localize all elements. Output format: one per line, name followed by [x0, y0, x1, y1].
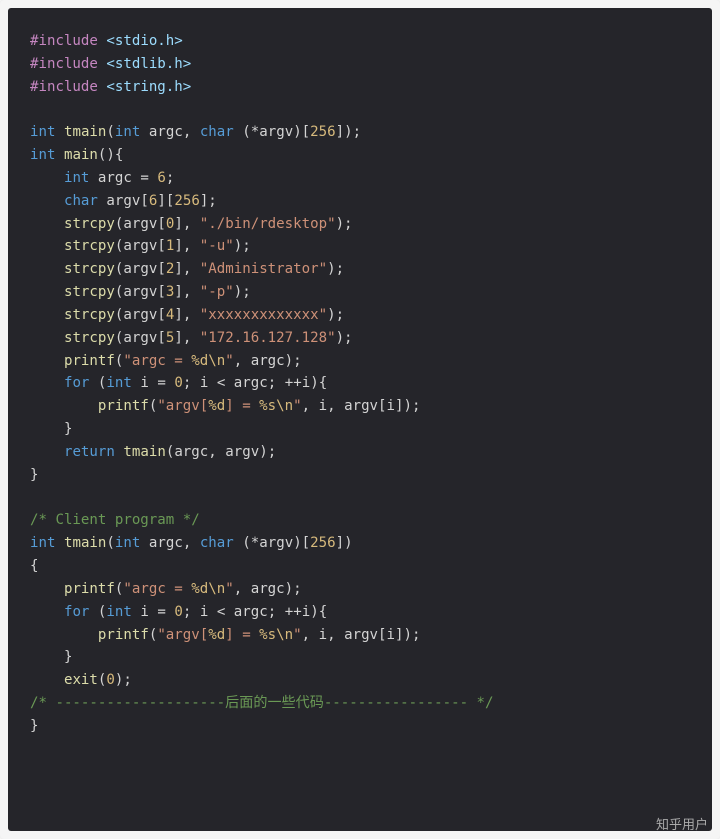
fn-main: main	[64, 147, 98, 163]
fn-tmain: tmain	[64, 124, 106, 140]
fn-printf: printf	[64, 353, 115, 369]
preproc-kw: #include	[30, 33, 98, 49]
comment-cn: /* --------------------后面的一些代码----------…	[30, 695, 494, 711]
preproc-kw: #include	[30, 79, 98, 95]
code-block: #include <stdio.h> #include <stdlib.h> #…	[8, 8, 712, 831]
kw-int: int	[30, 124, 55, 140]
fn-strcpy: strcpy	[64, 216, 115, 232]
include-path: <stdlib.h>	[106, 56, 191, 72]
watermark: 知乎用户	[656, 814, 708, 833]
include-path: <string.h>	[106, 79, 191, 95]
include-path: <stdio.h>	[106, 33, 182, 49]
fn-exit: exit	[64, 672, 98, 688]
preproc-kw: #include	[30, 56, 98, 72]
comment: /* Client program */	[30, 512, 200, 528]
